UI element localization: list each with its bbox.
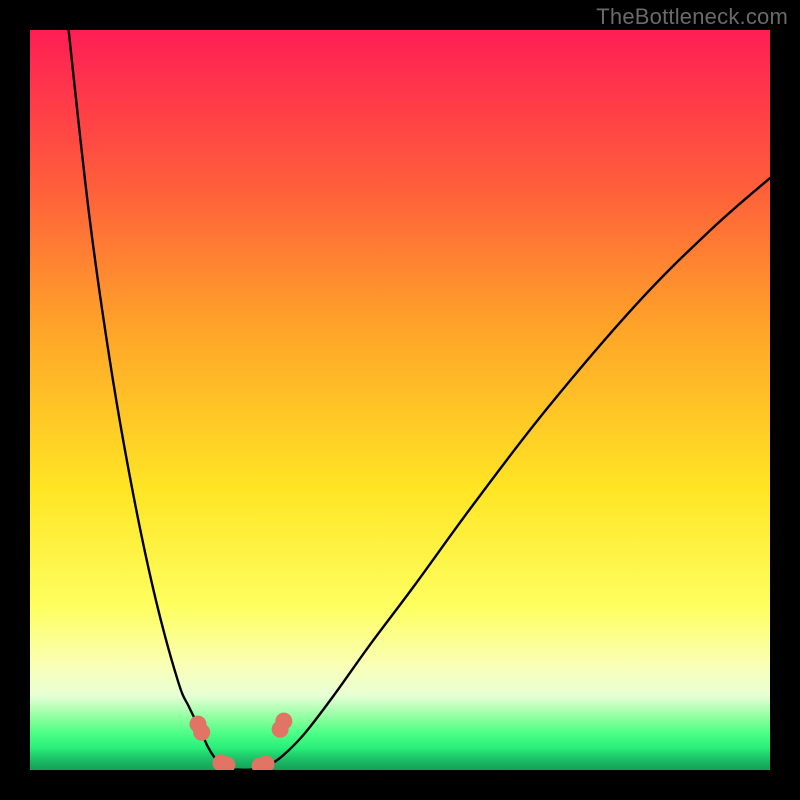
- plot-area: [30, 30, 770, 770]
- bottleneck-curve: [67, 30, 770, 770]
- curve-canvas: [30, 30, 770, 770]
- outer-frame: TheBottleneck.com: [0, 0, 800, 800]
- watermark-text: TheBottleneck.com: [596, 4, 788, 30]
